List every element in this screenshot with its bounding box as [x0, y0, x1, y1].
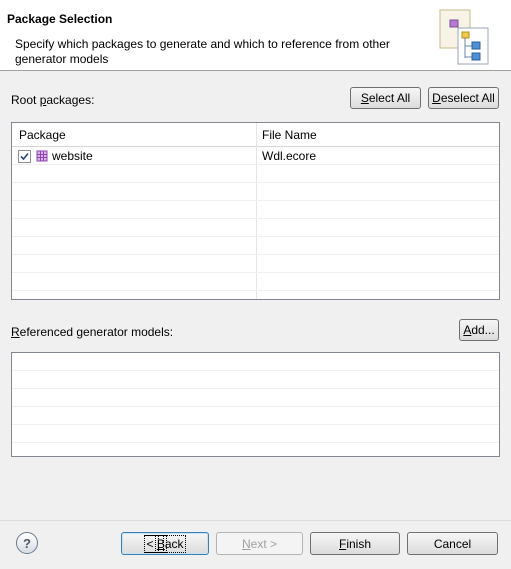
back-prefix: <: [144, 534, 159, 553]
add-button[interactable]: Add...: [459, 319, 499, 341]
list-row-empty: [12, 389, 499, 407]
finish-label: inish: [346, 536, 372, 551]
package-checkbox[interactable]: [18, 149, 31, 163]
back-button[interactable]: < Back: [121, 532, 209, 555]
root-packages-table[interactable]: Package File Name website Wdl.ecore: [11, 122, 500, 300]
list-row-empty: [12, 407, 499, 425]
deselect-all-mnemonic: D: [432, 91, 441, 105]
column-divider[interactable]: [256, 123, 257, 146]
add-label: dd...: [471, 323, 495, 337]
table-row[interactable]: website Wdl.ecore: [12, 147, 499, 165]
select-all-mnemonic: S: [360, 91, 369, 105]
list-row-empty: [12, 353, 499, 371]
footer-divider: [0, 520, 511, 521]
help-icon[interactable]: ?: [16, 532, 38, 554]
referenced-models-list[interactable]: [11, 352, 500, 457]
referenced-mnemonic: R: [11, 325, 20, 339]
next-mnemonic: N: [241, 536, 251, 551]
deselect-all-button[interactable]: Deselect All: [428, 87, 499, 109]
column-header-file-name[interactable]: File Name: [262, 128, 317, 142]
wizard-header: Package Selection Specify which packages…: [0, 0, 511, 71]
page-title: Package Selection: [7, 12, 113, 26]
file-name: Wdl.ecore: [262, 149, 317, 163]
root-packages-label: Root packages:: [11, 93, 94, 107]
back-mnemonic: B: [154, 534, 167, 553]
table-row-empty: [12, 273, 499, 291]
cancel-label: Cancel: [433, 536, 472, 551]
table-row-empty: [12, 219, 499, 237]
root-packages-label-rest: ackages:: [46, 93, 95, 107]
table-header: Package File Name: [12, 123, 499, 147]
table-row-empty: [12, 183, 499, 201]
select-all-label: elect All: [368, 91, 411, 105]
referenced-models-label: Referenced generator models:: [11, 325, 173, 339]
table-row-empty: [12, 165, 499, 183]
package-name: website: [52, 149, 93, 163]
list-row-empty: [12, 371, 499, 389]
table-row-empty: [12, 237, 499, 255]
select-all-button[interactable]: Select All: [350, 87, 421, 109]
referenced-label-rest: eferenced generator models:: [19, 325, 174, 339]
finish-button[interactable]: Finish: [310, 532, 400, 555]
package-icon: [36, 150, 48, 162]
table-row-empty: [12, 201, 499, 219]
column-header-package[interactable]: Package: [19, 128, 66, 142]
package-hierarchy-icon: [439, 9, 489, 65]
checkmark-icon: [20, 152, 29, 160]
next-button[interactable]: Next >: [216, 532, 303, 555]
list-row-empty: [12, 425, 499, 443]
next-label: ext >: [250, 536, 278, 551]
table-row-empty: [12, 255, 499, 273]
cancel-button[interactable]: Cancel: [407, 532, 498, 555]
back-label: ack: [162, 534, 186, 553]
page-description: Specify which packages to generate and w…: [15, 37, 390, 66]
root-packages-label-part: Root: [11, 93, 40, 107]
deselect-all-label: eselect All: [440, 91, 495, 105]
